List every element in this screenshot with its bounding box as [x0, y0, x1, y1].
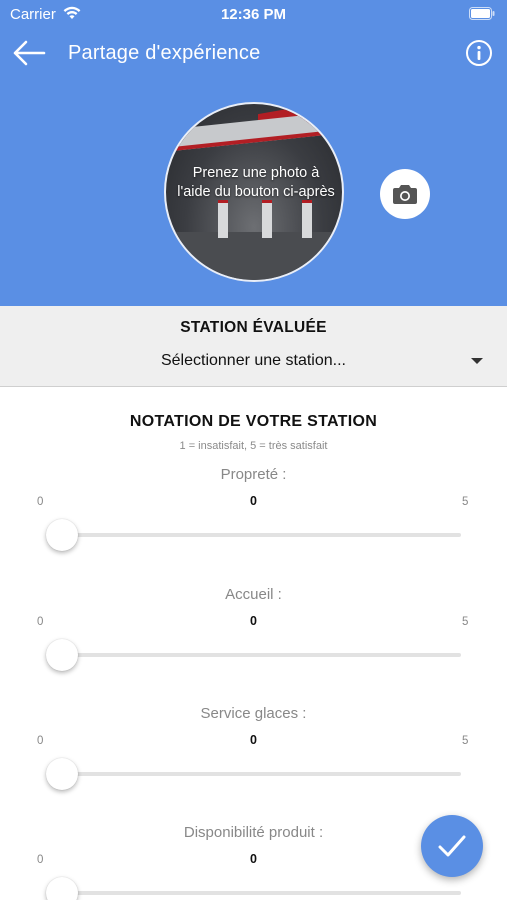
rating-slider-proprete: Propreté : 0 0 5: [0, 466, 507, 576]
arrow-left-icon[interactable]: [12, 40, 46, 66]
slider-label: Propreté :: [220, 466, 287, 483]
fuel-pump-graphic: [302, 200, 312, 238]
info-icon[interactable]: [465, 39, 493, 67]
slider-track[interactable]: [48, 891, 461, 895]
slider-track[interactable]: [48, 653, 461, 657]
slider-max-label: 5: [462, 496, 469, 508]
nav-bar: Partage d'expérience: [0, 30, 507, 76]
slider-value: 0: [250, 733, 257, 747]
rating-subtitle: 1 = insatisfait, 5 = très satisfait: [179, 440, 328, 452]
slider-value: 0: [250, 494, 257, 508]
station-title: STATION ÉVALUÉE: [180, 319, 327, 336]
slider-thumb[interactable]: [46, 877, 78, 900]
slider-track[interactable]: [48, 772, 461, 776]
status-time: 12:36 PM: [220, 6, 287, 23]
submit-button[interactable]: [421, 815, 483, 877]
photo-hint: Prenez une photo à l'aide du bouton ci-a…: [177, 165, 335, 200]
rating-slider-service-glaces: Service glaces : 0 0 5: [0, 705, 507, 815]
camera-icon: [393, 185, 417, 204]
slider-track[interactable]: [48, 533, 461, 537]
header: Carrier 12:36 PM Partage d'expérience Pr…: [0, 0, 507, 306]
station-select[interactable]: Sélectionner une station...: [0, 346, 507, 378]
station-photo-preview: Prenez une photo à l'aide du bouton ci-a…: [164, 102, 344, 282]
station-select-value: Sélectionner une station...: [160, 352, 346, 369]
fuel-pump-graphic: [218, 200, 228, 238]
slider-label: Service glaces :: [200, 705, 307, 722]
fuel-pump-graphic: [262, 200, 272, 238]
check-icon: [438, 835, 466, 857]
slider-thumb[interactable]: [46, 519, 78, 551]
rating-title: NOTATION DE VOTRE STATION: [129, 413, 378, 430]
station-section: STATION ÉVALUÉE Sélectionner une station…: [0, 306, 507, 387]
slider-thumb[interactable]: [46, 639, 78, 671]
slider-thumb[interactable]: [46, 758, 78, 790]
slider-value: 0: [250, 614, 257, 628]
camera-button[interactable]: [380, 169, 430, 219]
slider-label: Accueil :: [225, 586, 282, 603]
status-bar: Carrier 12:36 PM: [0, 0, 507, 28]
page-title: Partage d'expérience: [68, 42, 261, 64]
slider-max-label: 5: [462, 735, 469, 747]
rating-slider-accueil: Accueil : 0 0 5: [0, 586, 507, 696]
chevron-down-icon: [471, 358, 483, 364]
battery-icon: [469, 7, 495, 20]
station-ground-graphic: [166, 232, 342, 280]
slider-max-label: 5: [462, 616, 469, 628]
